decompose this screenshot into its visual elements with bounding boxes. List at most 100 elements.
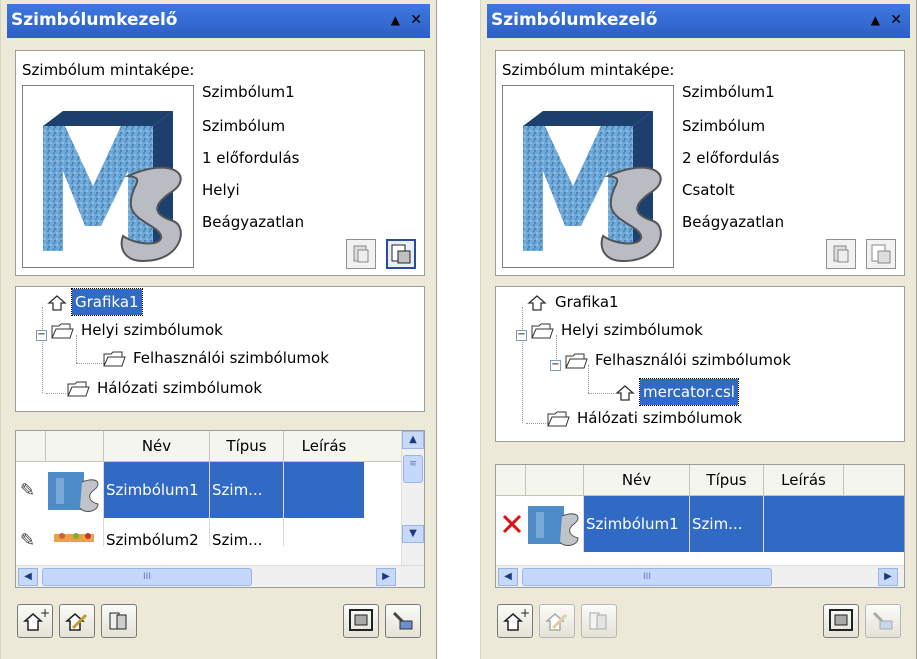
- import-button[interactable]: [826, 239, 856, 269]
- tree-item-network-symbols[interactable]: Hálózati szimbólumok: [66, 375, 265, 401]
- tree-item-user-symbols[interactable]: Felhasználói szimbólumok: [564, 347, 794, 373]
- symbol-icon: [527, 294, 547, 311]
- table-row[interactable]: ✎ Szimbólum2 Szim...: [16, 518, 402, 546]
- scroll-down-button[interactable]: ▼: [402, 525, 424, 543]
- header-description[interactable]: Leírás: [284, 431, 364, 461]
- scroll-left-button[interactable]: ◀: [18, 568, 38, 586]
- scroll-right-button[interactable]: ▶: [376, 568, 396, 586]
- scroll-right-button[interactable]: ▶: [878, 568, 898, 586]
- link-icon: [391, 244, 411, 264]
- header-thumb[interactable]: [46, 431, 104, 461]
- export-button[interactable]: [581, 604, 617, 638]
- folder-icon: [103, 351, 126, 366]
- tree-item-mercator-file[interactable]: mercator.csl: [614, 378, 739, 406]
- tree-collapse-toggle[interactable]: −: [36, 330, 47, 341]
- tree-collapse-toggle[interactable]: −: [516, 330, 527, 341]
- horizontal-scrollbar[interactable]: ◀ III ▶: [16, 565, 424, 587]
- list-header: Név Típus Leírás: [16, 431, 402, 462]
- link-icon: [871, 244, 891, 264]
- info-symbol-type: Szimbólum: [682, 117, 766, 135]
- tree-item-local-symbols[interactable]: Helyi szimbólumok: [50, 317, 226, 343]
- info-symbol-type: Szimbólum: [202, 117, 286, 135]
- vertical-scrollbar[interactable]: ▲ ≡ ▼: [401, 431, 424, 565]
- close-icon[interactable]: ✕: [890, 12, 902, 28]
- scroll-left-button[interactable]: ◀: [498, 568, 518, 586]
- folder-icon: [531, 323, 554, 338]
- row-type: Szim...: [210, 518, 284, 546]
- triangle-up-icon[interactable]: ▲: [391, 12, 400, 28]
- info-symbol-name: Szimbólum1: [202, 83, 295, 101]
- header-name[interactable]: Név: [104, 431, 210, 461]
- edit-symbol-icon: [545, 613, 568, 631]
- folder-icon: [565, 353, 588, 368]
- table-row[interactable]: ✎ Szimbólum1 Szim...: [16, 462, 402, 518]
- scroll-up-button[interactable]: ▲: [402, 431, 424, 449]
- tree-item-grafika[interactable]: Grafika1: [46, 288, 143, 316]
- export-icon: [589, 612, 607, 630]
- list-header: Név Típus Leírás: [496, 465, 904, 496]
- delete-icon: [872, 611, 893, 630]
- info-instance-count: 1 előfordulás: [202, 149, 300, 167]
- edit-symbol-button[interactable]: [59, 604, 95, 638]
- preview-section: Szimbólum mintaképe: Szimbólum1 Szimbólu: [15, 50, 425, 276]
- delete-button[interactable]: [385, 604, 421, 638]
- broken-link-icon: [502, 514, 522, 534]
- pencil-icon: ✎: [20, 480, 36, 501]
- tree-collapse-toggle[interactable]: −: [550, 360, 561, 371]
- zoom-fit-button[interactable]: [343, 604, 379, 638]
- symbol-icon: [47, 294, 67, 311]
- folder-icon: [67, 381, 90, 396]
- symbol-tree: Grafika1 − Helyi szimbólumok − Felhaszná…: [495, 286, 905, 442]
- row-description: [284, 462, 364, 518]
- info-symbol-name: Szimbólum1: [682, 83, 775, 101]
- tree-item-local-symbols[interactable]: Helyi szimbólumok: [530, 317, 706, 343]
- triangle-up-icon[interactable]: ▲: [871, 12, 880, 28]
- link-button[interactable]: [386, 239, 416, 269]
- header-name[interactable]: Név: [584, 465, 690, 495]
- panel-title: Szimbólumkezelő: [491, 10, 658, 30]
- info-embedding: Beágyazatlan: [202, 213, 305, 231]
- new-symbol-button[interactable]: +: [497, 604, 533, 638]
- scroll-thumb-horizontal[interactable]: III: [42, 568, 252, 586]
- edit-symbol-button[interactable]: [539, 604, 575, 638]
- tree-item-user-symbols[interactable]: Felhasználói szimbólumok: [102, 345, 332, 371]
- tree-item-network-symbols[interactable]: Hálózati szimbólumok: [546, 405, 745, 431]
- header-thumb[interactable]: [526, 465, 584, 495]
- header-description[interactable]: Leírás: [764, 465, 844, 495]
- zoom-fit-icon: [349, 609, 373, 631]
- export-button[interactable]: [101, 604, 137, 638]
- scroll-thumb-vertical[interactable]: ≡: [403, 455, 423, 483]
- new-symbol-button[interactable]: +: [17, 604, 53, 638]
- row-name: Szimbólum1: [104, 462, 210, 518]
- row-type: Szim...: [690, 496, 764, 552]
- import-button[interactable]: [346, 239, 376, 269]
- tree-item-grafika[interactable]: Grafika1: [526, 289, 622, 315]
- row-name: Szimbólum1: [584, 496, 690, 552]
- preview-section: Szimbólum mintaképe: Szimbólum1 Szimbólu: [495, 50, 905, 276]
- delete-icon: [392, 611, 413, 630]
- delete-button[interactable]: [865, 604, 901, 638]
- symbol-list: Név Típus Leírás ✎ Szimbólum1 Szim... ✎ …: [15, 430, 425, 588]
- info-instance-count: 2 előfordulás: [682, 149, 780, 167]
- header-type[interactable]: Típus: [690, 465, 764, 495]
- row-thumbnail: [46, 462, 104, 518]
- horizontal-scrollbar[interactable]: ◀ III ▶: [496, 565, 904, 587]
- preview-label: Szimbólum mintaképe:: [22, 61, 195, 79]
- info-location: Helyi: [202, 181, 240, 199]
- folder-icon: [51, 323, 74, 338]
- scroll-thumb-horizontal[interactable]: III: [522, 568, 772, 586]
- table-row[interactable]: Szimbólum1 Szim...: [496, 496, 904, 552]
- header-type[interactable]: Típus: [210, 431, 284, 461]
- zoom-fit-button[interactable]: [823, 604, 859, 638]
- row-description: [764, 496, 904, 552]
- row-name: Szimbólum2: [104, 518, 210, 546]
- panel-titlebar[interactable]: Szimbólumkezelő ▲ ✕: [7, 4, 430, 38]
- close-icon[interactable]: ✕: [410, 12, 422, 28]
- import-icon: [833, 245, 849, 263]
- folder-icon: [547, 411, 570, 426]
- symbol-manager-panel-right: Szimbólumkezelő ▲ ✕ Szimbólum mintaképe:: [480, 0, 917, 659]
- panel-titlebar[interactable]: Szimbólumkezelő ▲ ✕: [487, 4, 910, 38]
- link-button[interactable]: [866, 239, 896, 269]
- header-status[interactable]: [496, 465, 526, 495]
- header-status[interactable]: [16, 431, 46, 461]
